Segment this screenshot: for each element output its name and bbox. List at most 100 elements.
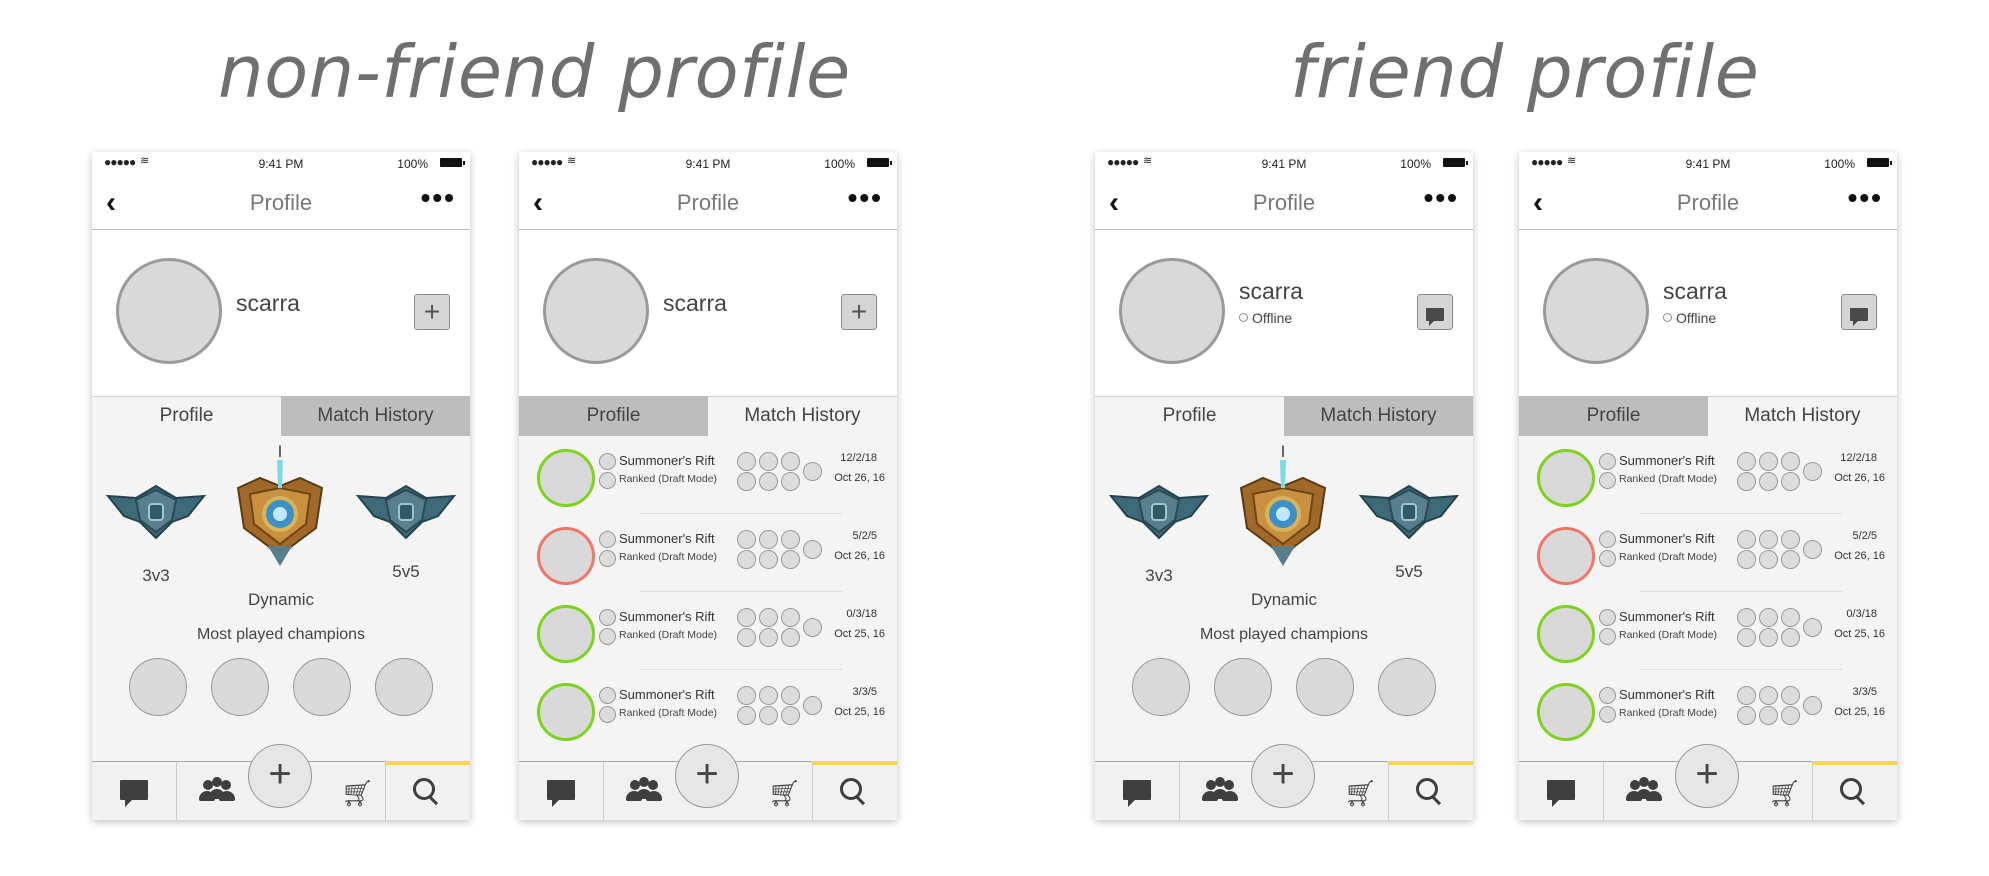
create-plus-button[interactable]: + [248,744,312,808]
item-slot [781,706,800,725]
tab-friends[interactable] [604,762,684,820]
item-slot [759,706,778,725]
tab-profile[interactable]: Profile [92,396,281,436]
tab-chat[interactable] [92,762,176,820]
summoner-spell-icon [599,609,616,626]
most-played-label: Most played champions [1199,626,1369,643]
add-friend-button[interactable]: + [414,294,450,330]
item-slot [737,706,756,725]
trinket-slot [1803,540,1822,559]
item-slot [1737,628,1756,647]
summoner-spell-icon [1599,628,1616,645]
tab-match-history[interactable]: Match History [1284,396,1473,436]
username: scarra [663,290,727,316]
most-played-champion[interactable] [1296,658,1354,716]
item-slot [1781,550,1800,569]
message-button[interactable] [1841,294,1877,330]
more-options-icon[interactable]: ••• [1848,182,1883,214]
more-options-icon[interactable]: ••• [848,182,883,214]
friends-icon [626,776,662,804]
match-row[interactable]: Summoner's Rift Ranked (Draft Mode) 5/2/5 O… [519,514,897,592]
profile-panel: I 3v3 Dynamic 5v5 Most played champions [92,436,470,762]
item-slot [737,530,756,549]
cart-icon: 🛒︎ [1344,778,1378,808]
profile-tabs: Profile Match History [519,396,897,436]
friends-icon [1202,776,1238,804]
rank-emblem-dynamic [220,458,340,573]
item-slot [759,686,778,705]
chat-icon [1547,780,1575,807]
trinket-slot [803,540,822,559]
item-slot [759,550,778,569]
status-text: Offline [1676,310,1717,326]
summoner-spell-icon [599,453,616,470]
tab-chat[interactable] [519,762,603,820]
rank-label-5v5: 5v5 [392,562,420,581]
tab-friends[interactable] [1180,762,1260,820]
tab-store[interactable]: 🛒︎ [1320,762,1388,820]
match-row[interactable]: Summoner's Rift Ranked (Draft Mode) 5/2/5 O… [1519,514,1897,592]
tab-chat[interactable] [1095,762,1179,820]
phone-screen: ●●●●● ≋ 9:41 PM 100% ‹ Profile ••• scarra Offlin… [1095,152,1473,820]
trinket-slot [803,462,822,481]
item-slot [1781,706,1800,725]
profile-tabs: Profile Match History [1519,396,1897,436]
tab-friends[interactable] [177,762,257,820]
item-slot [737,686,756,705]
most-played-champion[interactable] [293,658,351,716]
more-options-icon[interactable]: ••• [421,182,456,214]
username: scarra [236,290,300,316]
item-slot [1737,686,1756,705]
tab-profile[interactable]: Profile [519,396,708,436]
tab-search[interactable] [1389,762,1473,820]
tab-search[interactable] [386,762,470,820]
match-date: Oct 25, 16 [834,706,885,718]
status-bar: ●●●●● ≋ 9:41 PM 100% [92,152,470,174]
tab-profile[interactable]: Profile [1095,396,1284,436]
tab-match-history[interactable]: Match History [708,396,897,436]
avatar [116,258,222,364]
tab-match-history[interactable]: Match History [1708,396,1897,436]
chat-icon [120,780,148,807]
avatar [1543,258,1649,364]
profile-panel: I 3v3 Dynamic 5v5 Most played champions [1095,436,1473,762]
most-played-champion[interactable] [211,658,269,716]
more-options-icon[interactable]: ••• [1424,182,1459,214]
match-row[interactable]: Summoner's Rift Ranked (Draft Mode) 3/3/5 O… [1519,670,1897,748]
friends-icon [1626,776,1662,804]
tab-profile[interactable]: Profile [1519,396,1708,436]
tab-store[interactable]: 🛒︎ [317,762,385,820]
add-friend-button[interactable]: + [841,294,877,330]
tab-friends[interactable] [1604,762,1684,820]
match-row[interactable]: Summoner's Rift Ranked (Draft Mode) 3/3/5 O… [519,670,897,748]
tab-match-history[interactable]: Match History [281,396,470,436]
most-played-champion[interactable] [1132,658,1190,716]
summoner-spell-icon [599,687,616,704]
tab-store[interactable]: 🛒︎ [1744,762,1812,820]
message-button[interactable] [1417,294,1453,330]
battery-percent: 100% [824,157,855,171]
item-slot [1737,472,1756,491]
most-played-champion[interactable] [1214,658,1272,716]
create-plus-button[interactable]: + [1251,744,1315,808]
create-plus-button[interactable]: + [1675,744,1739,808]
tab-search[interactable] [1813,762,1897,820]
trinket-slot [803,618,822,637]
avatar [1119,258,1225,364]
profile-tabs: Profile Match History [92,396,470,436]
most-played-champion[interactable] [129,658,187,716]
item-slot [781,452,800,471]
most-played-champion[interactable] [375,658,433,716]
nav-bar: ‹ Profile ••• [1095,174,1473,230]
tab-store[interactable]: 🛒︎ [744,762,812,820]
match-row[interactable]: Summoner's Rift Ranked (Draft Mode) 12/2/1… [1519,436,1897,514]
tab-search[interactable] [813,762,897,820]
match-row[interactable]: Summoner's Rift Ranked (Draft Mode) 0/3/18… [519,592,897,670]
create-plus-button[interactable]: + [675,744,739,808]
most-played-champion[interactable] [1378,658,1436,716]
match-row[interactable]: Summoner's Rift Ranked (Draft Mode) 12/2/1… [519,436,897,514]
match-row[interactable]: Summoner's Rift Ranked (Draft Mode) 0/3/18… [1519,592,1897,670]
tab-chat[interactable] [1519,762,1603,820]
summoner-spell-icon [599,472,616,489]
rank-emblem-3v3 [1108,476,1210,551]
